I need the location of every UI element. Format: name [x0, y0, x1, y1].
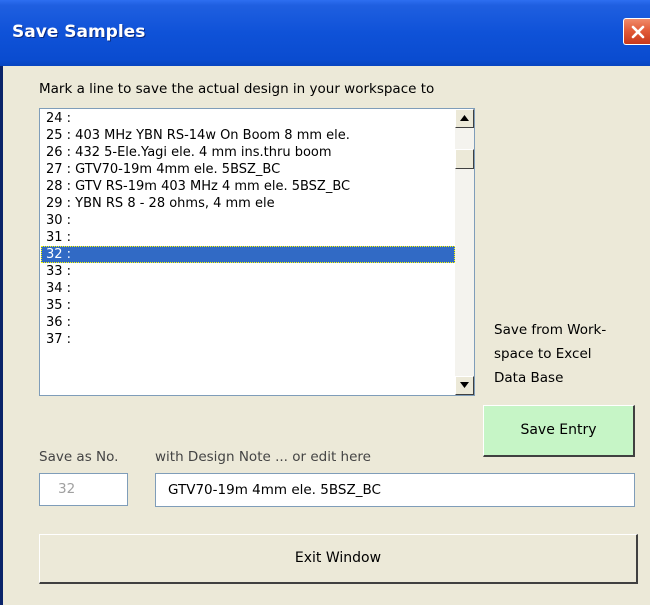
close-icon: [631, 25, 645, 39]
list-item[interactable]: 37 :: [41, 331, 455, 348]
save-as-label: Save as No.: [39, 449, 119, 465]
design-note-label: with Design Note ... or edit here: [155, 449, 371, 465]
scroll-thumb[interactable]: [455, 149, 474, 169]
list-item[interactable]: 29 : YBN RS 8 - 28 ohms, 4 mm ele: [41, 195, 455, 212]
save-hint-line1: Save from Work-: [494, 322, 607, 338]
arrow-down-icon: [460, 382, 469, 388]
dialog-window: Save Samples Mark a line to save the act…: [0, 0, 650, 605]
list-item[interactable]: 27 : GTV70-19m 4mm ele. 5BSZ_BC: [41, 161, 455, 178]
save-hint-line3: Data Base: [494, 370, 564, 386]
list-item[interactable]: 34 :: [41, 280, 455, 297]
exit-window-button[interactable]: Exit Window: [39, 534, 638, 584]
window-title: Save Samples: [12, 22, 146, 42]
save-hint-line2: space to Excel: [494, 346, 592, 362]
close-button[interactable]: [623, 18, 650, 45]
save-as-number-field[interactable]: 32: [39, 473, 128, 506]
design-list-items: 24 :25 : 403 MHz YBN RS-14w On Boom 8 mm…: [41, 110, 455, 348]
arrow-up-icon: [460, 115, 469, 121]
list-item[interactable]: 25 : 403 MHz YBN RS-14w On Boom 8 mm ele…: [41, 127, 455, 144]
list-item[interactable]: 26 : 432 5-Ele.Yagi ele. 4 mm ins.thru b…: [41, 144, 455, 161]
list-item[interactable]: 28 : GTV RS-19m 403 MHz 4 mm ele. 5BSZ_B…: [41, 178, 455, 195]
list-scrollbar[interactable]: [455, 109, 474, 395]
list-item[interactable]: 30 :: [41, 212, 455, 229]
list-item[interactable]: 36 :: [41, 314, 455, 331]
list-item[interactable]: 24 :: [41, 110, 455, 127]
title-bar[interactable]: Save Samples: [0, 0, 650, 66]
design-list[interactable]: 24 :25 : 403 MHz YBN RS-14w On Boom 8 mm…: [39, 108, 475, 396]
scroll-down-button[interactable]: [455, 376, 474, 395]
list-item[interactable]: 35 :: [41, 297, 455, 314]
list-item[interactable]: 33 :: [41, 263, 455, 280]
save-entry-button[interactable]: Save Entry: [483, 405, 635, 457]
design-note-input[interactable]: GTV70-19m 4mm ele. 5BSZ_BC: [155, 473, 635, 507]
scroll-up-button[interactable]: [455, 109, 474, 128]
list-item[interactable]: 31 :: [41, 229, 455, 246]
list-item[interactable]: 32 :: [41, 246, 455, 263]
instruction-label: Mark a line to save the actual design in…: [39, 81, 435, 97]
